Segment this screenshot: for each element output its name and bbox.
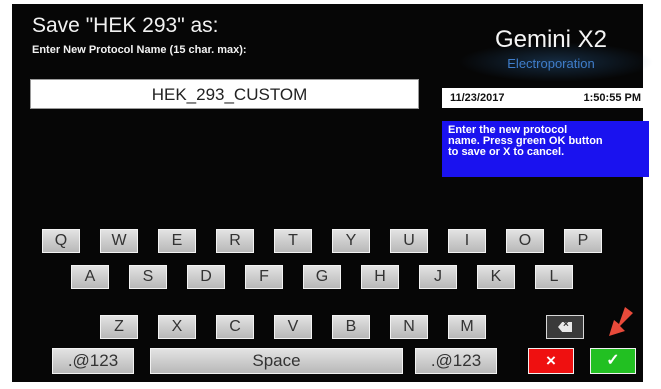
key-a[interactable]: A bbox=[71, 265, 109, 289]
datetime-display: 11/23/2017 1:50:55 PM bbox=[442, 88, 649, 108]
brand-logo: Gemini X2 Electroporation bbox=[476, 26, 626, 71]
symbols-key-right[interactable]: .@123 bbox=[415, 348, 497, 374]
backspace-icon: × bbox=[558, 322, 572, 332]
key-j[interactable]: J bbox=[419, 265, 457, 289]
key-s[interactable]: S bbox=[129, 265, 167, 289]
key-c[interactable]: C bbox=[216, 315, 254, 339]
time-text: 1:50:55 PM bbox=[583, 92, 641, 104]
key-i[interactable]: I bbox=[448, 229, 486, 253]
instructions-box: Enter the new protocol name. Press green… bbox=[442, 121, 649, 177]
key-f[interactable]: F bbox=[245, 265, 283, 289]
key-v[interactable]: V bbox=[274, 315, 312, 339]
key-g[interactable]: G bbox=[303, 265, 341, 289]
brand-name: Gemini X2 bbox=[494, 26, 608, 53]
name-prompt: Enter New Protocol Name (15 char. max): bbox=[32, 44, 247, 56]
key-n[interactable]: N bbox=[390, 315, 428, 339]
brand-tagline: Electroporation bbox=[507, 56, 595, 71]
page-title: Save "HEK 293" as: bbox=[32, 14, 219, 37]
key-z[interactable]: Z bbox=[100, 315, 138, 339]
ok-button[interactable]: ✓ bbox=[590, 348, 636, 374]
key-x[interactable]: X bbox=[158, 315, 196, 339]
key-u[interactable]: U bbox=[390, 229, 428, 253]
key-e[interactable]: E bbox=[158, 229, 196, 253]
key-y[interactable]: Y bbox=[332, 229, 370, 253]
protocol-name-input[interactable]: HEK_293_CUSTOM bbox=[30, 79, 419, 109]
date-text: 11/23/2017 bbox=[450, 92, 505, 104]
space-key[interactable]: Space bbox=[150, 348, 403, 374]
key-w[interactable]: W bbox=[100, 229, 138, 253]
key-r[interactable]: R bbox=[216, 229, 254, 253]
key-m[interactable]: M bbox=[448, 315, 486, 339]
cancel-button[interactable]: × bbox=[528, 348, 574, 374]
backspace-key[interactable]: × bbox=[546, 315, 584, 339]
key-t[interactable]: T bbox=[274, 229, 312, 253]
instruction-line: to save or X to cancel. bbox=[448, 146, 565, 158]
instrument-screen: Save "HEK 293" as: Enter New Protocol Na… bbox=[12, 4, 654, 382]
symbols-key-left[interactable]: .@123 bbox=[52, 348, 134, 374]
key-q[interactable]: Q bbox=[42, 229, 80, 253]
key-d[interactable]: D bbox=[187, 265, 225, 289]
red-arrow-icon bbox=[609, 307, 633, 336]
key-o[interactable]: O bbox=[506, 229, 544, 253]
key-k[interactable]: K bbox=[477, 265, 515, 289]
key-h[interactable]: H bbox=[361, 265, 399, 289]
key-p[interactable]: P bbox=[564, 229, 602, 253]
key-b[interactable]: B bbox=[332, 315, 370, 339]
key-l[interactable]: L bbox=[535, 265, 573, 289]
